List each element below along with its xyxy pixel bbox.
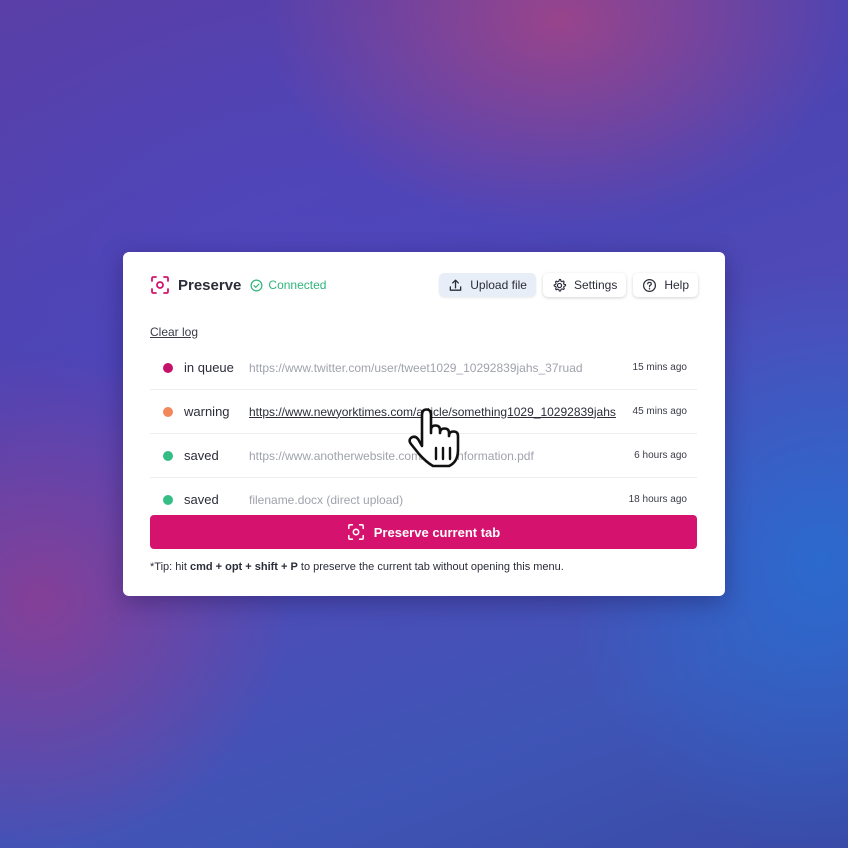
status-dot-queue	[163, 362, 173, 373]
clear-log-link[interactable]: Clear log	[150, 325, 198, 339]
log-status: warning	[184, 404, 230, 419]
upload-icon	[449, 279, 462, 291]
gear-icon	[553, 278, 567, 292]
log-time: 6 hours ago	[634, 450, 687, 461]
upload-file-button[interactable]: Upload file	[439, 273, 536, 297]
log-time: 45 mins ago	[632, 406, 687, 417]
tip-prefix: *Tip: hit	[150, 561, 190, 573]
log-row-queue: in queue https://www.twitter.com/user/tw…	[150, 346, 697, 390]
connection-status-label: Connected	[268, 278, 327, 292]
status-dot-warning	[163, 406, 173, 417]
log-time: 18 hours ago	[628, 494, 687, 505]
settings-button[interactable]: Settings	[542, 273, 627, 297]
hand-pointer-cursor-icon	[408, 408, 460, 468]
help-icon	[643, 278, 657, 292]
camera-focus-icon	[151, 276, 169, 294]
tip-suffix: to preserve the current tab without open…	[297, 561, 564, 573]
preserve-current-tab-button[interactable]: Preserve current tab	[150, 515, 697, 549]
status-dot-saved	[163, 494, 173, 505]
brand: Preserve	[150, 275, 241, 295]
log-url: https://www.twitter.com/user/tweet1029_1…	[249, 360, 583, 375]
log-status: in queue	[184, 360, 234, 375]
log-url: filename.docx (direct upload)	[249, 492, 404, 507]
help-button[interactable]: Help	[633, 273, 698, 297]
tip-shortcut: cmd + opt + shift + P	[189, 561, 298, 573]
app-title: Preserve	[178, 276, 242, 294]
camera-focus-icon	[347, 524, 364, 540]
header-actions: Upload file Settings Help	[439, 273, 698, 297]
connection-status: Connected	[250, 278, 326, 292]
popup-header: Preserve Connected Upload file Settings …	[150, 273, 698, 297]
help-label: Help	[664, 278, 689, 292]
check-circle-icon	[250, 279, 263, 291]
upload-file-label: Upload file	[470, 278, 527, 292]
log-status: saved	[184, 448, 219, 463]
log-time: 15 mins ago	[632, 362, 687, 373]
log-status: saved	[184, 492, 219, 507]
settings-label: Settings	[573, 278, 618, 292]
tip-text: *Tip: hit cmd + opt + shift + P to prese…	[150, 561, 564, 573]
preserve-current-tab-label: Preserve current tab	[373, 524, 501, 540]
status-dot-saved	[163, 450, 173, 461]
